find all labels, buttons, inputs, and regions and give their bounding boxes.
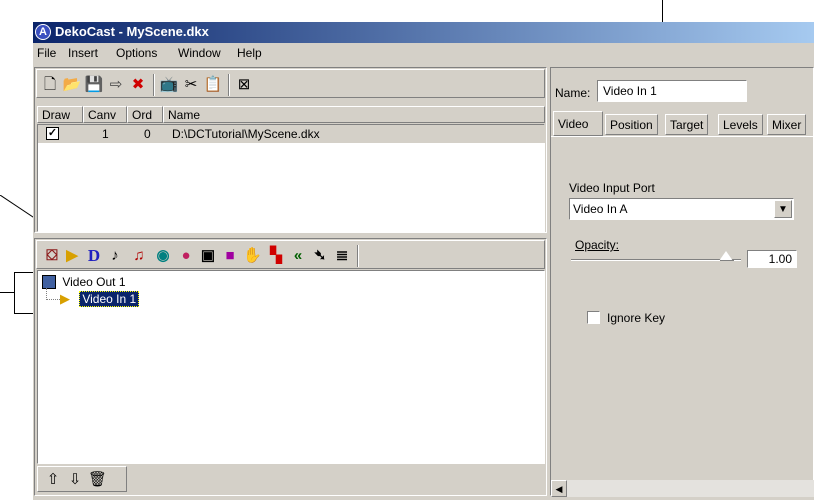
scene-list-header: Draw Canv Ord Name [37,106,545,123]
tree-item-label: Video Out 1 [62,274,126,289]
tree-item-video-in[interactable]: ▶ Video In 1 [60,290,140,307]
open-scene-icon[interactable]: 📂 [62,75,82,95]
tab-levels[interactable]: Levels [718,114,763,135]
annotation-bracket-stem [0,292,14,293]
menu-bar: File Insert Options Window Help [33,44,814,63]
window-title: DekoCast - MyScene.dkx [55,24,209,39]
menu-file[interactable]: File [37,46,56,60]
ignore-key-label: Ignore Key [607,311,666,325]
toolbar-separator [228,74,230,96]
video-input-port-select[interactable]: Video In A ▼ [569,198,794,220]
app-logo-icon: A [35,24,51,40]
annotation-bracket-top [14,272,34,273]
text-layer-icon[interactable]: D [85,247,103,265]
audio-icon[interactable]: ♪ [106,247,124,265]
delete-layer-icon[interactable]: 🗑 [88,471,107,489]
opacity-slider-track[interactable] [571,259,741,261]
list-icon[interactable]: ≣ [333,247,351,265]
canv-cell: 1 [102,127,109,141]
tab-position[interactable]: Position [605,114,658,135]
video-in-icon: ▶ [60,290,70,306]
move-up-icon[interactable]: ⇧ [44,471,62,489]
name-cell: D:\DCTutorial\MyScene.dkx [172,127,320,141]
gradient-icon[interactable]: ■ [221,247,239,265]
scene-list-panel: 🗋 📂 💾 ⇨ ✖ 📺 ✂ 📋 ⊠ Draw Canv Ord Name ✓ 1… [34,67,547,233]
draw-checkbox[interactable]: ✓ [46,127,59,140]
audio-out-icon[interactable]: ♫ [130,247,148,265]
scroll-left-icon[interactable]: ◀ [551,480,567,497]
toolbar-separator [357,245,359,267]
menu-options[interactable]: Options [116,46,157,60]
tab-video[interactable]: Video [553,111,603,136]
title-bar[interactable]: A DekoCast - MyScene.dkx [33,22,814,43]
menu-window[interactable]: Window [178,46,221,60]
hand-icon[interactable]: ✋ [243,247,262,265]
sphere-icon[interactable]: ● [177,247,195,265]
toolbar-separator [153,74,155,96]
tv-paste-icon[interactable]: 📋 [203,75,223,95]
horizontal-scrollbar[interactable]: ◀ [551,480,814,497]
opacity-field[interactable]: 1.00 [747,250,797,268]
globe-icon[interactable]: ◉ [154,247,172,265]
new-scene-icon[interactable]: 🗋 [40,75,60,95]
key-icon[interactable]: ▚ [267,247,285,265]
menu-insert[interactable]: Insert [68,46,98,60]
tab-mixer[interactable]: Mixer [767,114,807,135]
video-out-icon [42,274,56,289]
scene-toolbar: 🗋 📂 💾 ⇨ ✖ 📺 ✂ 📋 ⊠ [36,69,545,98]
tab-target[interactable]: Target [665,114,709,135]
add-scene-icon[interactable]: ⇨ [106,75,126,95]
ord-cell: 0 [144,127,151,141]
layer-toolbar: ⛋ ▶ D ♪ ♫ ◉ ● ▣ ■ ✋ ▚ « ➴ ≣ [36,240,545,269]
tv-delete-icon[interactable]: ⊠ [234,75,254,95]
ignore-key-checkbox[interactable] [587,311,600,324]
rewind-icon[interactable]: « [289,247,307,265]
annotation-bracket-bottom [14,313,34,314]
column-name[interactable]: Name [163,106,545,123]
column-ord[interactable]: Ord [127,106,163,123]
tv-cut-icon[interactable]: ✂ [181,75,201,95]
video-out-icon[interactable]: ⛋ [43,247,61,265]
remove-scene-icon[interactable]: ✖ [128,75,148,95]
image-icon[interactable]: ▣ [199,247,217,265]
name-label: Name: [555,86,591,100]
select-value: Video In A [573,202,628,216]
app-window: A DekoCast - MyScene.dkx File Insert Opt… [33,22,814,500]
column-canv[interactable]: Canv [83,106,127,123]
tree-item-label: Video In 1 [79,290,140,307]
properties-panel: Name: Video In 1 Video Position Target L… [550,67,814,497]
tree-connector [46,299,60,301]
table-row[interactable]: ✓ 1 0 D:\DCTutorial\MyScene.dkx [38,125,546,143]
menu-help[interactable]: Help [237,46,262,60]
scene-list: ✓ 1 0 D:\DCTutorial\MyScene.dkx [37,124,546,232]
move-down-icon[interactable]: ⇩ [66,471,84,489]
slider-thumb-base [720,260,734,261]
annotation-bracket-vertical [14,272,15,314]
video-in-icon[interactable]: ▶ [63,247,81,265]
save-scene-icon[interactable]: 💾 [84,75,104,95]
name-field[interactable]: Video In 1 [597,80,747,102]
video-input-port-label: Video Input Port [569,181,655,195]
tree-item-video-out[interactable]: Video Out 1 [42,274,126,289]
tv-add-icon[interactable]: 📺 [159,75,179,95]
pointer-icon[interactable]: ➴ [311,247,329,265]
opacity-label: Opacity: [575,238,620,252]
chevron-down-icon[interactable]: ▼ [774,200,792,218]
column-draw[interactable]: Draw [37,106,83,123]
layer-order-toolbar: ⇧ ⇩ 🗑 [37,466,127,492]
layer-tree-panel: ⛋ ▶ D ♪ ♫ ◉ ● ▣ ■ ✋ ▚ « ➴ ≣ Video Out 1 … [34,238,547,496]
layer-tree: Video Out 1 ▶ Video In 1 [37,270,545,464]
